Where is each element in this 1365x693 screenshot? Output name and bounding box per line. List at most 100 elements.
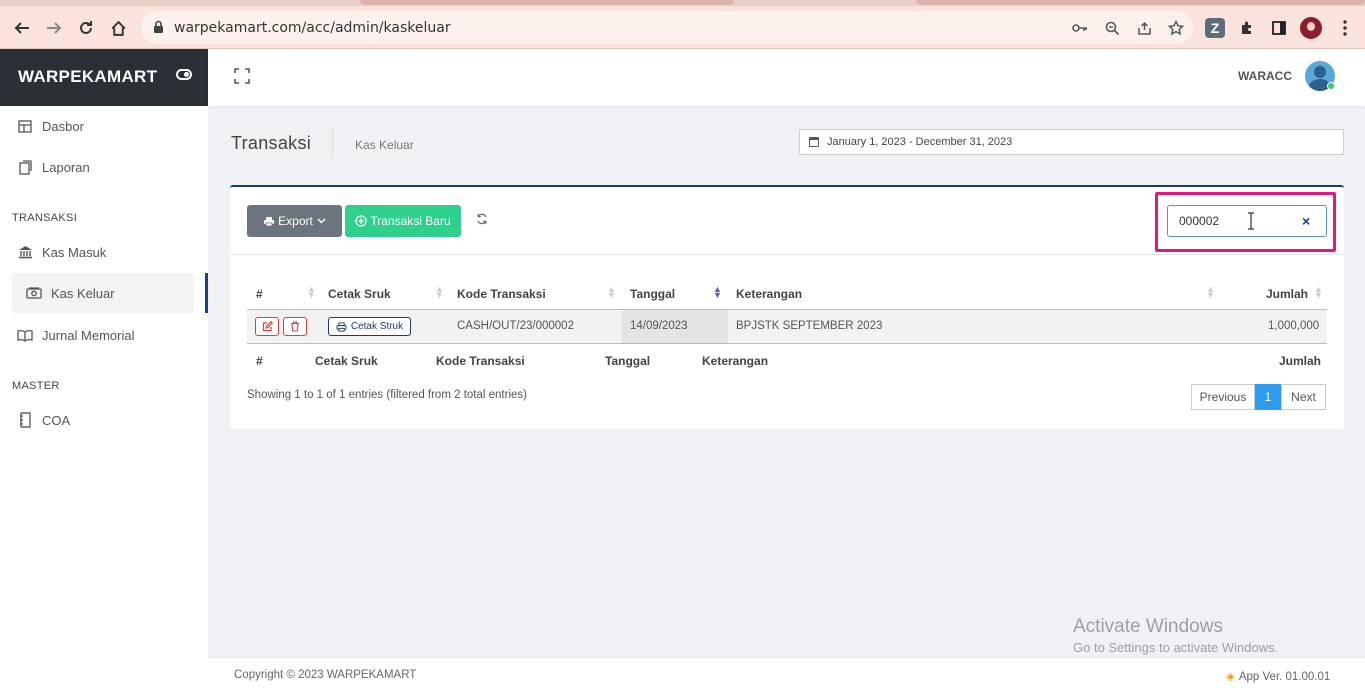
forward-icon[interactable] <box>42 16 66 40</box>
profile-avatar-icon[interactable] <box>1300 17 1322 39</box>
browser-menu-icon[interactable] <box>1334 17 1356 39</box>
print-receipt-button[interactable]: Cetak Struk <box>328 317 411 336</box>
print-icon <box>336 321 347 332</box>
sidebar-item-label: Laporan <box>42 159 90 175</box>
copyright-text: Copyright © 2023 WARPEKAMART <box>234 669 417 681</box>
layers-icon: ◈ <box>1226 671 1235 683</box>
card-toolbar: Export Transaksi Baru × <box>230 187 1344 255</box>
date-range-picker[interactable]: January 1, 2023 - December 31, 2023 <box>799 129 1344 155</box>
back-icon[interactable] <box>10 16 34 40</box>
column-header-tanggal[interactable]: Tanggal <box>630 287 675 301</box>
browser-tab[interactable] <box>916 0 1365 5</box>
transactions-card: Export Transaksi Baru × # ▲▼ Cetak Sruk … <box>230 185 1344 429</box>
column-header-jumlah[interactable]: Jumlah <box>1266 287 1308 301</box>
browser-toolbar: warpekamart.com/acc/admin/kaskeluar Z <box>0 6 1365 49</box>
home-icon[interactable] <box>106 16 130 40</box>
key-icon[interactable] <box>1071 19 1089 37</box>
sort-icon[interactable]: ▲ ▼ <box>435 285 444 300</box>
edit-icon <box>262 321 273 332</box>
sidebar: WARPEKAMART Dasbor Laporan TRANSAKSI Kas… <box>0 49 208 693</box>
brand-name[interactable]: WARPEKAMART <box>18 67 157 87</box>
user-name[interactable]: WARACC <box>1238 69 1292 83</box>
brand-header: WARPEKAMART <box>0 49 208 106</box>
plus-circle-icon <box>355 215 368 227</box>
table-info: Showing 1 to 1 of 1 entries (filtered fr… <box>247 389 527 401</box>
money-icon <box>26 285 42 301</box>
date-range-text: January 1, 2023 - December 31, 2023 <box>827 136 1013 148</box>
menu-section-master: MASTER <box>12 380 60 392</box>
footer-header-jumlah: Jumlah <box>1279 354 1322 368</box>
active-indicator <box>205 273 208 313</box>
sidebar-item-label: Dasbor <box>42 118 84 134</box>
footer-header-tanggal: Tanggal <box>605 354 651 368</box>
print-icon <box>264 216 275 226</box>
cell-kode: CASH/OUT/23/000002 <box>457 320 574 332</box>
lock-icon[interactable] <box>153 20 164 37</box>
new-transaction-button[interactable]: Transaksi Baru <box>345 205 461 237</box>
footer-header-number: # <box>256 354 263 368</box>
column-header-keterangan[interactable]: Keterangan <box>736 287 802 301</box>
sidebar-item-kas-masuk[interactable]: Kas Masuk <box>0 232 194 272</box>
fullscreen-icon[interactable] <box>234 68 250 84</box>
export-button[interactable]: Export <box>247 205 342 237</box>
pagination-next[interactable]: Next <box>1281 384 1326 410</box>
page-title: Transaksi <box>231 133 312 153</box>
side-panel-icon[interactable] <box>1268 17 1290 39</box>
sidebar-item-label: Kas Masuk <box>42 244 107 260</box>
column-header-cetak[interactable]: Cetak Sruk <box>328 287 391 301</box>
sidebar-item-kas-keluar[interactable]: Kas Keluar <box>12 273 194 313</box>
sidebar-item-dasbor[interactable]: Dasbor <box>0 106 194 146</box>
page-footer: Copyright © 2023 WARPEKAMART ◈ App Ver. 0… <box>208 657 1365 693</box>
sort-icon[interactable]: ▲ ▼ <box>607 285 616 300</box>
app-version-text: App Ver. 01.00.01 <box>1238 671 1331 683</box>
sidebar-item-laporan[interactable]: Laporan <box>0 147 194 187</box>
cell-keterangan: BPJSTK SEPTEMBER 2023 <box>736 320 883 332</box>
clear-search-icon[interactable]: × <box>1302 213 1310 229</box>
sidebar-item-jurnal-memorial[interactable]: Jurnal Memorial <box>0 315 194 355</box>
text-cursor-icon <box>1247 212 1255 230</box>
share-icon[interactable] <box>1135 19 1153 37</box>
pagination-previous[interactable]: Previous <box>1191 384 1255 410</box>
new-transaction-label: Transaksi Baru <box>370 214 451 228</box>
footer-header-keterangan: Keterangan <box>702 354 769 368</box>
column-header-number[interactable]: # <box>256 287 263 301</box>
zoom-icon[interactable] <box>1103 19 1121 37</box>
app-version: ◈ App Ver. 01.00.01 <box>1226 669 1330 683</box>
cell-tanggal: 14/09/2023 <box>630 320 688 332</box>
online-status-badge <box>1327 82 1335 90</box>
browser-tab[interactable] <box>360 0 734 5</box>
extensions-puzzle-icon[interactable] <box>1236 17 1258 39</box>
bookmark-star-icon[interactable] <box>1167 19 1185 37</box>
notebook-icon <box>17 412 33 428</box>
chevron-down-icon <box>317 218 326 224</box>
cell-jumlah: 1,000,000 <box>1268 320 1320 332</box>
edit-button[interactable] <box>255 317 279 336</box>
table-divider <box>247 343 1327 344</box>
sidebar-item-coa[interactable]: COA <box>0 400 194 440</box>
bank-icon <box>17 244 33 260</box>
address-bar[interactable]: warpekamart.com/acc/admin/kaskeluar <box>141 11 1193 44</box>
sort-desc-icon[interactable]: ▲ ▼ <box>713 285 722 300</box>
column-header-kode[interactable]: Kode Transaksi <box>457 287 546 301</box>
delete-button[interactable] <box>283 317 307 336</box>
sidebar-item-label: Kas Keluar <box>51 285 115 301</box>
menu-section-transaksi: TRANSAKSI <box>12 212 78 224</box>
sort-icon[interactable]: ▲ ▼ <box>307 285 316 300</box>
extension-z-icon[interactable]: Z <box>1204 17 1226 39</box>
sort-icon[interactable]: ▲ ▼ <box>1206 285 1215 300</box>
footer-header-kode: Kode Transaksi <box>436 354 525 368</box>
sidebar-toggle-icon[interactable] <box>176 69 192 80</box>
watermark-line-1: Activate Windows <box>1073 616 1223 637</box>
top-header: WARACC <box>208 49 1365 106</box>
windows-activation-watermark: Activate Windows Go to Settings to activ… <box>1073 616 1278 655</box>
sort-icon[interactable]: ▲ ▼ <box>1314 285 1323 300</box>
dashboard-icon <box>17 118 33 134</box>
sidebar-item-label: COA <box>42 412 71 428</box>
book-icon <box>17 327 33 343</box>
report-icon <box>17 159 33 175</box>
reload-icon[interactable] <box>74 16 98 40</box>
print-receipt-label: Cetak Struk <box>350 321 404 332</box>
refresh-icon[interactable] <box>476 213 490 227</box>
sidebar-item-label: Jurnal Memorial <box>42 327 135 343</box>
pagination-page-1[interactable]: 1 <box>1255 384 1281 410</box>
